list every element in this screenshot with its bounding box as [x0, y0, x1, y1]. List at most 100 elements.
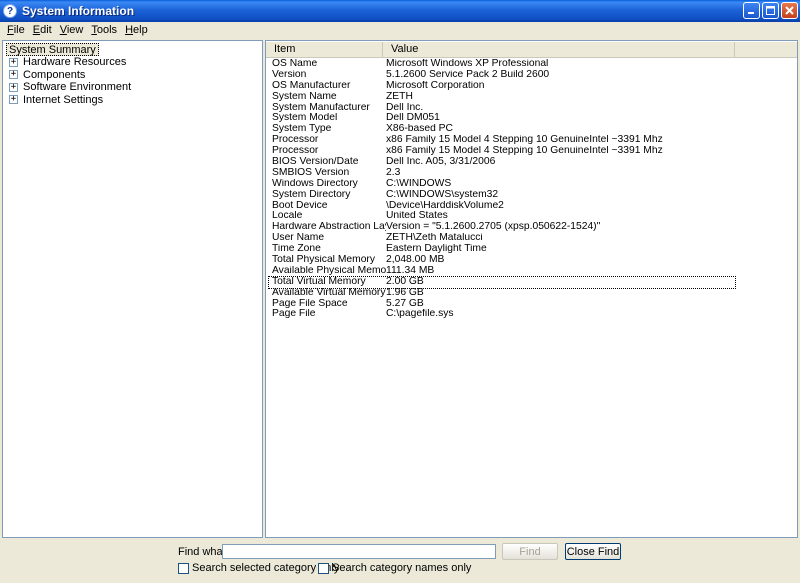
value-cell: Dell Inc. A05, 3/31/2006 [386, 157, 496, 168]
table-row[interactable]: Page File Space 5.27 GB [269, 299, 735, 310]
value-cell: X86-based PC [386, 124, 453, 135]
table-row[interactable]: Locale United States [269, 211, 735, 222]
maximize-button[interactable] [762, 2, 779, 19]
menu-tools[interactable]: Tools [87, 24, 121, 36]
value-cell: 5.1.2600 Service Pack 2 Build 2600 [386, 69, 550, 80]
item-cell: BIOS Version/Date [272, 157, 359, 168]
menu-view[interactable]: View [56, 24, 88, 36]
value-cell: \Device\HarddiskVolume2 [386, 200, 504, 211]
value-cell: 2.00 GB [386, 276, 424, 287]
item-cell: Available Physical Memory [272, 265, 386, 276]
window-title: System Information [22, 4, 135, 18]
table-row[interactable]: System Manufacturer Dell Inc. [269, 103, 735, 114]
checkbox-box[interactable] [178, 562, 189, 574]
minimize-button[interactable] [743, 2, 760, 19]
tree-item-internet-settings[interactable]: + Internet Settings [9, 94, 262, 107]
table-row[interactable]: System Directory C:\WINDOWS\system32 [269, 190, 735, 201]
tree-item-software-environment[interactable]: + Software Environment [9, 81, 262, 94]
menu-help[interactable]: Help [121, 24, 152, 36]
close-icon [785, 6, 794, 15]
expand-plus-icon[interactable]: + [9, 82, 18, 92]
item-cell: System Model [272, 113, 338, 124]
item-cell: User Name [272, 233, 325, 244]
menu-bar: File Edit View Tools Help [0, 22, 800, 38]
item-cell: System Manufacturer [272, 102, 370, 113]
table-row[interactable]: System Type X86-based PC [269, 124, 735, 135]
item-cell: Version [272, 69, 307, 80]
tree-item-hardware-resources[interactable]: + Hardware Resources [9, 56, 262, 69]
column-header-item[interactable]: Item [266, 42, 383, 58]
close-find-button[interactable]: Close Find [565, 543, 621, 560]
value-cell: ZETH\Zeth Matalucci [386, 233, 483, 244]
tree-item-label: Software Environment [23, 81, 132, 94]
value-cell: Eastern Daylight Time [386, 244, 487, 255]
tree-item-components[interactable]: + Components [9, 69, 262, 82]
value-cell: Dell DM051 [386, 113, 440, 124]
expand-plus-icon[interactable]: + [9, 70, 18, 80]
maximize-icon [766, 6, 775, 15]
table-row[interactable]: Processor x86 Family 15 Model 4 Stepping … [269, 135, 735, 146]
table-row[interactable]: Available Physical Memory 111.34 MB [269, 266, 735, 277]
table-row[interactable]: Version 5.1.2600 Service Pack 2 Build 260… [269, 70, 735, 81]
item-cell: Windows Directory [272, 178, 358, 189]
search-selected-category-checkbox[interactable]: Search selected category only [178, 562, 339, 574]
table-row[interactable]: System Name ZETH [269, 92, 735, 103]
table-row[interactable]: OS Name Microsoft Windows XP Professional [269, 59, 735, 70]
value-cell: C:\WINDOWS [386, 178, 452, 189]
expand-plus-icon[interactable]: + [9, 95, 18, 105]
list-header: Item Value [266, 42, 797, 58]
value-cell: 2.3 [386, 167, 401, 178]
item-cell: Boot Device [272, 200, 328, 211]
value-cell: ZETH [386, 91, 413, 102]
item-cell: System Type [272, 124, 332, 135]
close-window-button[interactable] [781, 2, 798, 19]
table-row[interactable]: Processor x86 Family 15 Model 4 Stepping … [269, 146, 735, 157]
search-category-names-label: Search category names only [332, 562, 472, 574]
menu-edit[interactable]: Edit [29, 24, 56, 36]
category-tree[interactable]: System Summary + Hardware Resources + Compo… [2, 40, 263, 538]
find-what-input[interactable] [222, 544, 496, 559]
value-cell: United States [386, 211, 448, 222]
table-row[interactable]: User Name ZETH\Zeth Matalucci [269, 233, 735, 244]
item-cell: OS Manufacturer [272, 80, 351, 91]
item-cell: SMBIOS Version [272, 167, 350, 178]
table-row[interactable]: OS Manufacturer Microsoft Corporation [269, 81, 735, 92]
item-cell: System Directory [272, 189, 351, 200]
tree-item-label: Internet Settings [23, 93, 104, 106]
tree-item-system-summary[interactable]: System Summary [6, 43, 99, 56]
find-button[interactable]: Find [502, 543, 558, 560]
value-cell: Dell Inc. [386, 102, 424, 113]
table-row[interactable]: Boot Device \Device\HarddiskVolume2 [269, 201, 735, 212]
item-cell: Page File [272, 309, 316, 320]
tree-item-label: Hardware Resources [23, 56, 127, 69]
value-cell: 2,048.00 MB [386, 255, 445, 266]
list-rows: OS Name Microsoft Windows XP Professional… [266, 58, 797, 320]
value-cell: Microsoft Windows XP Professional [386, 59, 549, 69]
item-cell: Processor [272, 146, 319, 157]
table-row[interactable]: Time Zone Eastern Daylight Time [269, 244, 735, 255]
expand-plus-icon[interactable]: + [9, 57, 18, 67]
table-row[interactable]: SMBIOS Version 2.3 [269, 168, 735, 179]
value-cell: 1.96 GB [386, 287, 424, 298]
table-row[interactable]: Hardware Abstraction LayerVersion = "5.1… [269, 222, 735, 233]
item-cell: Page File Space [272, 298, 348, 309]
info-app-icon: ? [3, 4, 17, 18]
column-header-value[interactable]: Value [383, 42, 735, 58]
title-bar[interactable]: ? System Information [0, 0, 800, 22]
value-cell: C:\pagefile.sys [386, 309, 454, 320]
table-row[interactable]: Total Physical Memory 2,048.00 MB [269, 255, 735, 266]
checkbox-box[interactable] [318, 562, 329, 574]
details-list[interactable]: Item Value OS Name Microsoft Windows XP P… [265, 40, 798, 538]
table-row[interactable]: Page File C:\pagefile.sys [269, 309, 735, 320]
minimize-icon [748, 12, 754, 14]
table-row[interactable]: System Model Dell DM051 [269, 113, 735, 124]
value-cell: 111.34 MB [386, 265, 435, 276]
table-row[interactable]: Total Virtual Memory 2.00 GB [268, 275, 736, 289]
item-cell: Time Zone [272, 244, 321, 255]
table-row[interactable]: BIOS Version/Date Dell Inc. A05, 3/31/200… [269, 157, 735, 168]
menu-file[interactable]: File [3, 24, 29, 36]
search-category-names-checkbox[interactable]: Search category names only [318, 562, 471, 574]
table-row[interactable]: Available Virtual Memory 1.96 GB [269, 288, 735, 299]
table-row[interactable]: Windows Directory C:\WINDOWS [269, 179, 735, 190]
value-cell: Microsoft Corporation [386, 80, 485, 91]
